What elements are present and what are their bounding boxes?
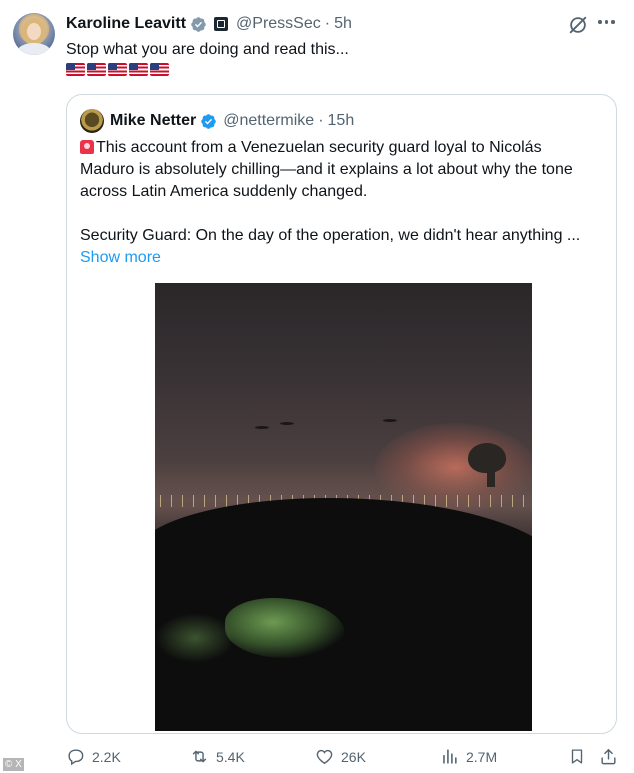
smoke-column — [487, 465, 495, 487]
quote-line-2: Maduro is absolutely chilling—and it exp… — [80, 161, 573, 178]
like-button[interactable]: 26K — [315, 747, 366, 766]
police-light-icon — [80, 140, 94, 154]
aircraft-silhouette — [255, 426, 269, 429]
tweet-text: Stop what you are doing and read this... — [66, 41, 349, 58]
avatar-face — [27, 23, 41, 40]
show-more-link[interactable]: Show more — [80, 249, 161, 266]
reply-icon — [68, 749, 84, 766]
repost-count: 5.4K — [216, 748, 245, 765]
reply-button[interactable]: 2.2K — [66, 747, 121, 766]
video-thumbnail[interactable] — [155, 283, 532, 731]
repost-button[interactable]: 5.4K — [190, 747, 245, 766]
bookmark-button[interactable] — [568, 747, 586, 766]
quote-header: Mike Netter @nettermike · 15h — [110, 111, 354, 131]
avatar-shoulders — [17, 43, 51, 55]
share-button[interactable] — [599, 747, 618, 766]
government-badge-icon[interactable] — [214, 17, 229, 31]
us-flag-icon — [66, 63, 85, 76]
quote-text-line: This account from a Venezuelan security … — [80, 137, 610, 159]
author-handle[interactable]: @PressSec — [236, 15, 321, 33]
reply-count: 2.2K — [92, 748, 121, 765]
quoted-tweet-card[interactable]: Mike Netter @nettermike · 15h This accou… — [66, 94, 617, 734]
views-count: 2.7M — [466, 748, 498, 765]
analytics-icon — [443, 749, 457, 764]
verified-grey-icon[interactable] — [190, 16, 207, 33]
quote-time[interactable]: 15h — [328, 112, 355, 130]
bookmark-icon — [571, 749, 583, 764]
quote-author-name[interactable]: Mike Netter — [110, 112, 196, 130]
share-icon — [601, 749, 616, 765]
foreground-plants — [155, 613, 235, 663]
quote-author-handle[interactable]: @nettermike — [223, 112, 314, 130]
copyright-watermark: © X — [3, 758, 24, 771]
author-name[interactable]: Karoline Leavitt — [66, 15, 186, 33]
quote-line-3: across Latin America suddenly changed. — [80, 183, 368, 200]
more-options-icon[interactable] — [598, 20, 615, 24]
avatar-mike-netter[interactable] — [80, 109, 104, 133]
us-flag-icon — [87, 63, 106, 76]
quote-line-4: Security Guard: On the day of the operat… — [80, 227, 581, 244]
avatar-karoline-leavitt[interactable] — [13, 13, 55, 55]
verified-blue-icon[interactable] — [200, 113, 217, 130]
heart-icon — [316, 749, 333, 765]
aircraft-silhouette — [383, 419, 397, 422]
quote-line-1: This account from a Venezuelan security … — [96, 139, 542, 156]
us-flag-icon — [150, 63, 169, 76]
flag-emojis — [66, 63, 169, 76]
tweet-actions-bar: 2.2K 5.4K 26K 2.7M — [66, 745, 621, 769]
us-flag-icon — [129, 63, 148, 76]
quote-text: This account from a Venezuelan security … — [80, 137, 610, 269]
repost-icon — [192, 750, 207, 763]
separator-dot: · — [318, 112, 324, 129]
tweet-header: Karoline Leavitt @PressSec · 5h — [66, 13, 352, 35]
aircraft-silhouette — [280, 422, 294, 425]
separator-dot: · — [324, 15, 331, 32]
like-count: 26K — [341, 748, 366, 765]
paragraph-break — [80, 203, 610, 225]
us-flag-icon — [108, 63, 127, 76]
grok-icon[interactable] — [567, 14, 589, 36]
views-button[interactable]: 2.7M — [440, 747, 497, 766]
tweet-time[interactable]: 5h — [334, 15, 352, 33]
